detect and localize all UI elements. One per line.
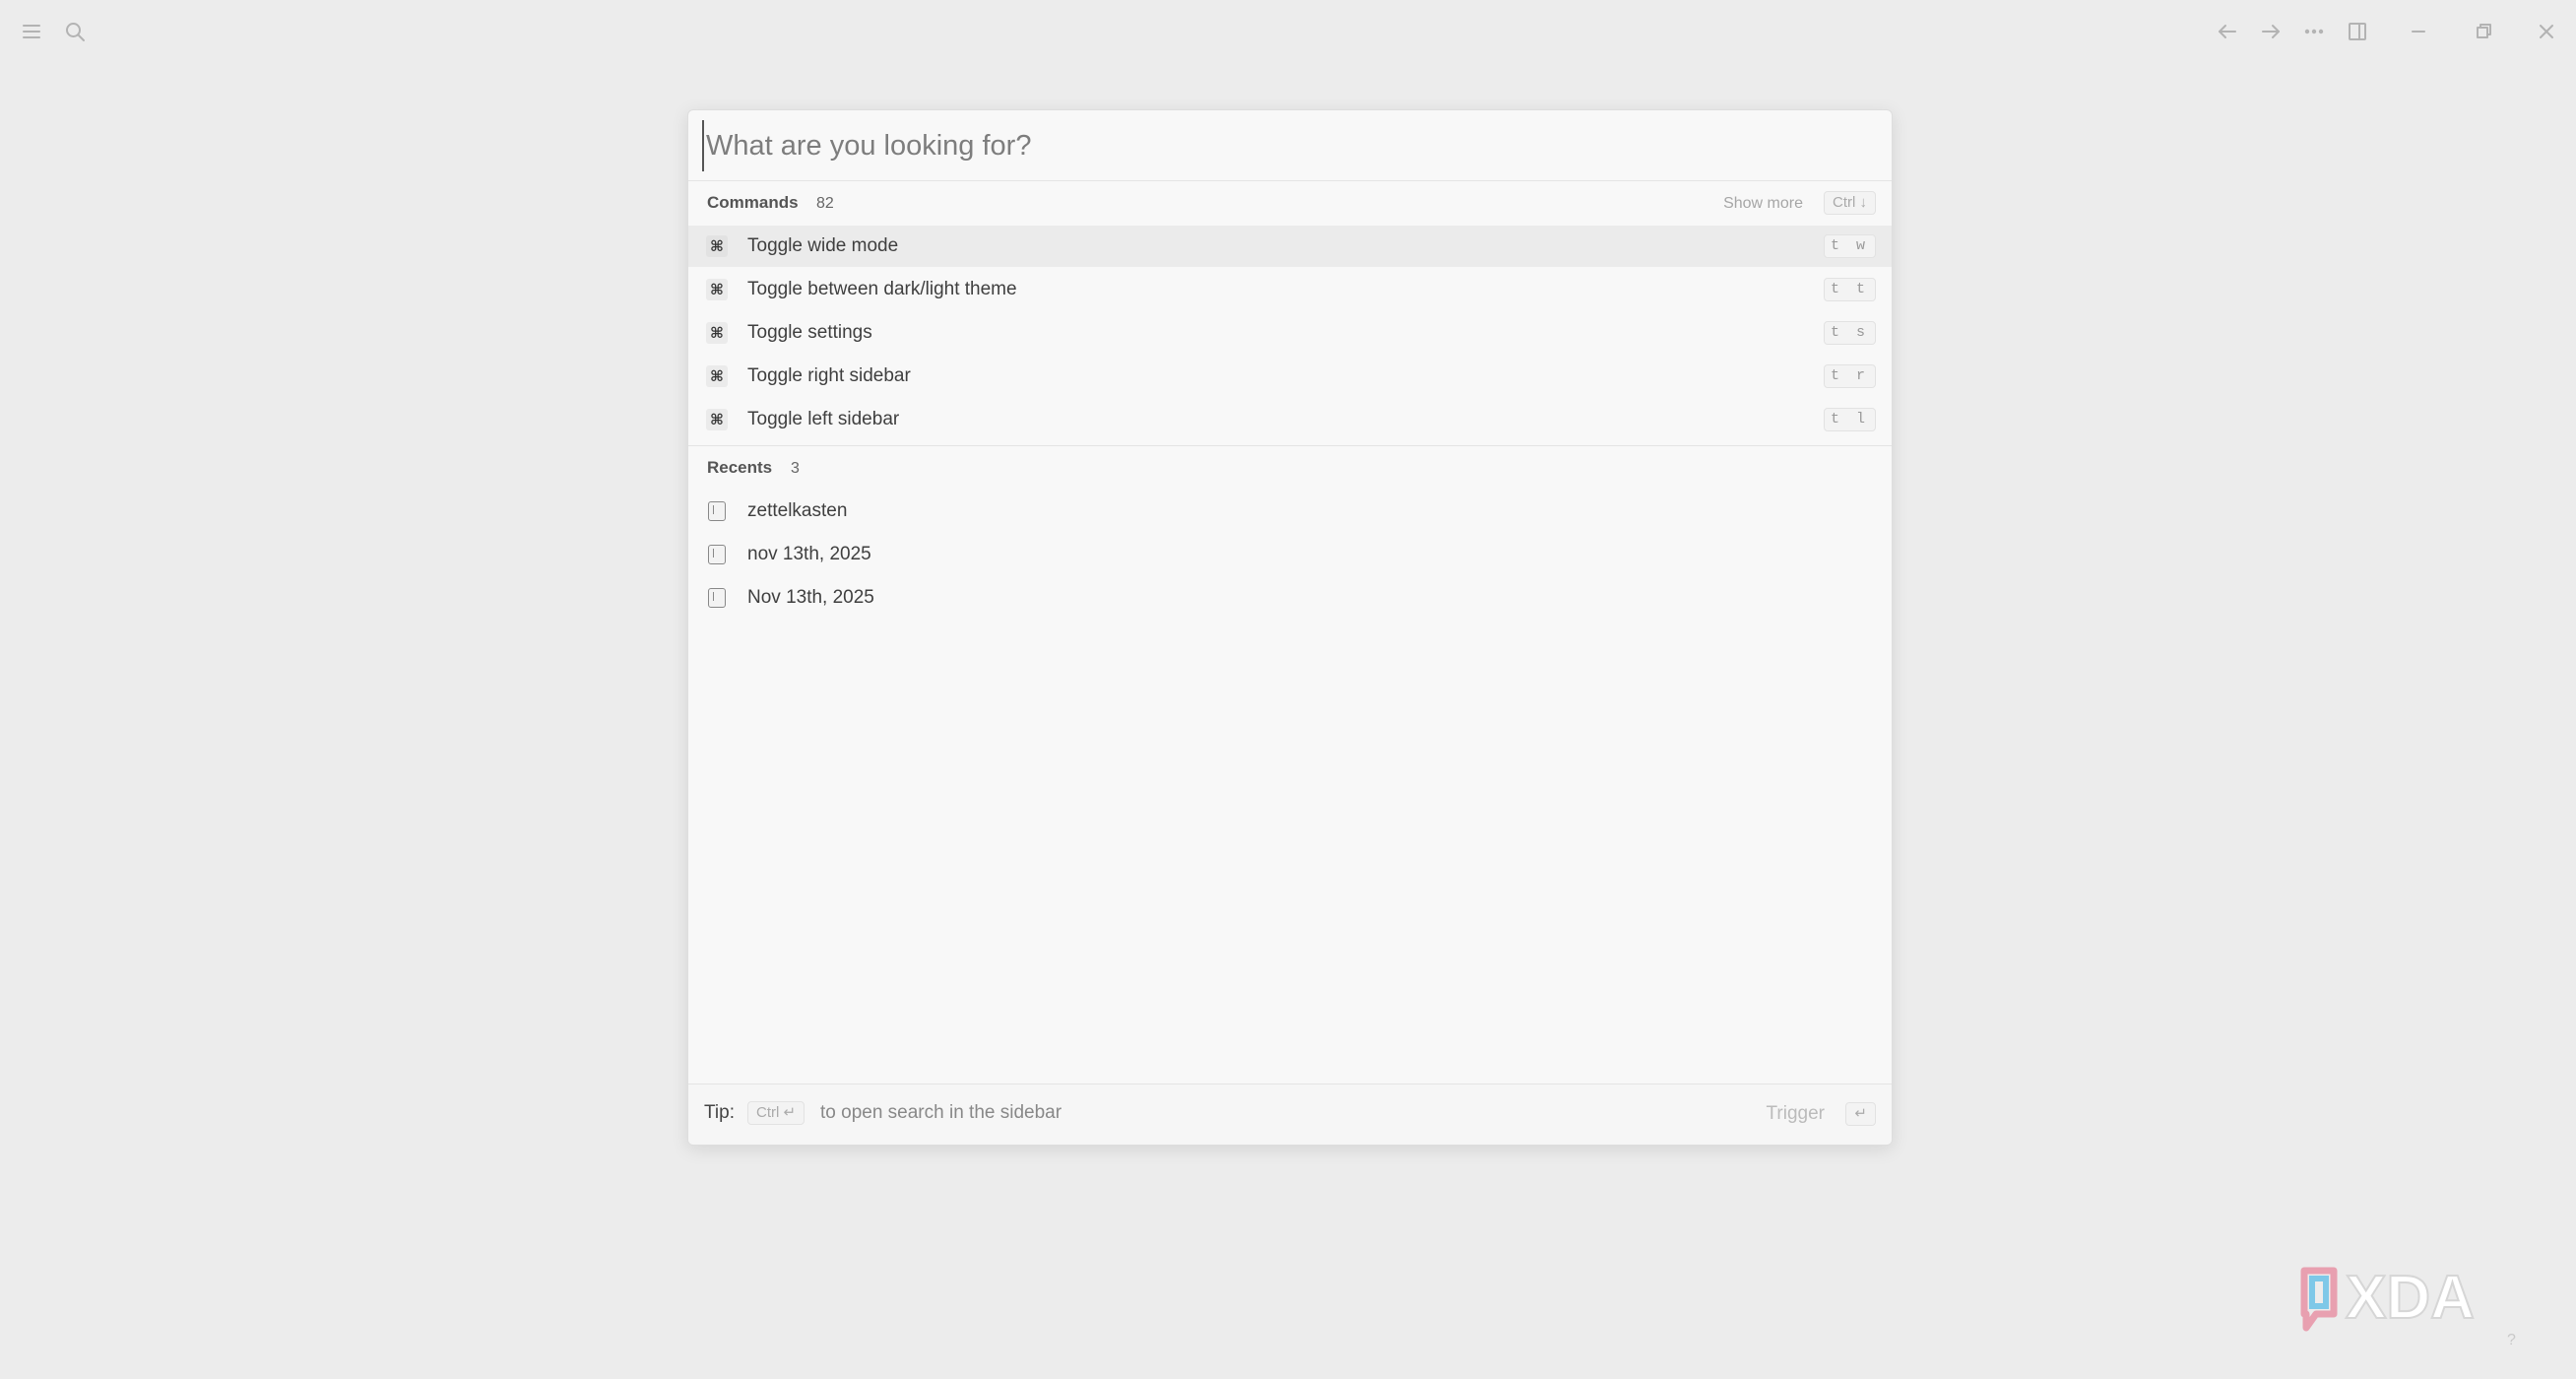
recent-item-zettelkasten[interactable]: zettelkasten <box>688 491 1892 532</box>
recents-count: 3 <box>791 460 800 477</box>
command-shortcut: t t <box>1823 278 1876 301</box>
minimize-icon[interactable] <box>2403 16 2434 47</box>
trigger-button[interactable]: Trigger <box>1767 1103 1825 1125</box>
tip-label: Tip: <box>704 1102 735 1123</box>
tip-shortcut: Ctrl ↵ <box>747 1101 805 1125</box>
recent-label: zettelkasten <box>747 500 848 521</box>
trigger-key: ↵ <box>1845 1102 1876 1126</box>
palette-footer: Tip: Ctrl ↵ to open search in the sideba… <box>688 1084 1892 1145</box>
recent-item-nov-13th-capital[interactable]: Nov 13th, 2025 <box>688 577 1892 619</box>
tip-text: to open search in the sidebar <box>820 1102 1063 1123</box>
recents-title: Recents <box>707 458 773 477</box>
help-icon[interactable]: ? <box>2507 1332 2516 1349</box>
group-divider <box>688 445 1892 446</box>
menu-icon[interactable] <box>16 16 47 47</box>
command-label: Toggle wide mode <box>747 235 899 256</box>
command-shortcut: t r <box>1823 364 1876 388</box>
command-label: Toggle right sidebar <box>747 365 911 386</box>
recents-group-header: Recents 3 <box>688 448 1892 488</box>
command-item-toggle-theme[interactable]: ⌘ Toggle between dark/light theme t t <box>688 269 1892 310</box>
command-icon: ⌘ <box>706 365 728 387</box>
command-label: Toggle settings <box>747 322 872 343</box>
show-more-shortcut: Ctrl ↓ <box>1824 191 1876 215</box>
recent-label: nov 13th, 2025 <box>747 544 871 564</box>
xda-brand-text: XDA <box>2346 1264 2475 1332</box>
recent-item-nov-13th[interactable]: nov 13th, 2025 <box>688 534 1892 575</box>
command-shortcut: t s <box>1823 321 1876 345</box>
command-item-toggle-right-sidebar[interactable]: ⌘ Toggle right sidebar t r <box>688 356 1892 397</box>
xda-logo: XDA <box>2294 1263 2550 1342</box>
page-icon <box>708 501 726 521</box>
arrow-right-icon[interactable] <box>2255 16 2286 47</box>
command-label: Toggle left sidebar <box>747 409 900 429</box>
command-icon: ⌘ <box>706 409 728 430</box>
command-icon: ⌘ <box>706 279 728 300</box>
command-icon: ⌘ <box>706 235 728 257</box>
commands-count: 82 <box>816 195 834 212</box>
search-icon[interactable] <box>59 16 91 47</box>
search-palette: Commands 82 Show more Ctrl ↓ ⌘ Toggle wi… <box>687 109 1893 1146</box>
command-shortcut: t w <box>1823 234 1876 258</box>
command-item-toggle-left-sidebar[interactable]: ⌘ Toggle left sidebar t l <box>688 399 1892 440</box>
title-bar <box>0 0 2576 63</box>
search-row <box>688 110 1892 181</box>
arrow-left-icon[interactable] <box>2212 16 2243 47</box>
page-icon <box>708 545 726 564</box>
page-icon <box>708 588 726 608</box>
command-label: Toggle between dark/light theme <box>747 279 1017 299</box>
commands-title: Commands <box>707 193 799 212</box>
show-more-button[interactable]: Show more <box>1723 195 1803 213</box>
command-icon: ⌘ <box>706 322 728 344</box>
close-icon[interactable] <box>2531 16 2562 47</box>
commands-group-header: Commands 82 Show more Ctrl ↓ <box>688 183 1892 223</box>
restore-icon[interactable] <box>2468 16 2499 47</box>
more-icon[interactable] <box>2298 16 2330 47</box>
command-item-toggle-wide-mode[interactable]: ⌘ Toggle wide mode t w <box>688 226 1892 267</box>
command-shortcut: t l <box>1823 408 1876 431</box>
sidebar-icon[interactable] <box>2342 16 2373 47</box>
command-item-toggle-settings[interactable]: ⌘ Toggle settings t s <box>688 312 1892 354</box>
search-input[interactable] <box>702 120 1874 171</box>
recent-label: Nov 13th, 2025 <box>747 587 874 608</box>
